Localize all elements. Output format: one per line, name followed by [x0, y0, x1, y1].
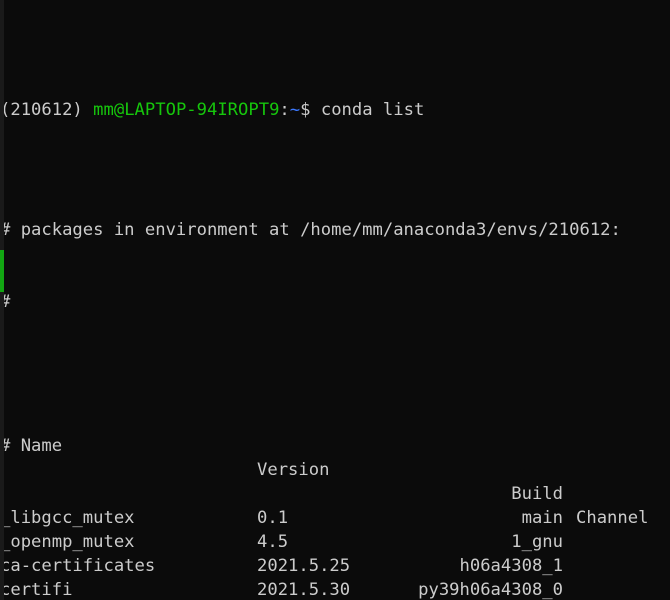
table-row: _libgcc_mutex 0.1 main [0, 506, 670, 530]
table-row: ca-certificates 2021.5.25 h06a4308_1 [0, 554, 670, 578]
table-row: _openmp_mutex 4.5 1_gnu [0, 530, 670, 554]
prompt-line-1: (210612) mm@LAPTOP-94IROPT9:~$ conda lis… [0, 98, 670, 122]
terminal-window: (210612) mm@LAPTOP-94IROPT9:~$ conda lis… [0, 0, 670, 600]
column-header-build: Build [511, 484, 563, 504]
terminal-screen[interactable]: (210612) mm@LAPTOP-94IROPT9:~$ conda lis… [0, 0, 670, 600]
table-row: certifi 2021.5.30 py39h06a4308_0 [0, 578, 670, 600]
prompt-env: (210612) [0, 100, 83, 120]
prompt-user-host: mm@LAPTOP-94IROPT9 [93, 100, 280, 120]
terminal-scrollbar-thumb[interactable] [0, 250, 4, 292]
column-header-name: # Name [0, 436, 63, 456]
terminal-scrollbar[interactable] [0, 0, 4, 600]
package-build: main [521, 508, 563, 528]
prompt-cwd: ~ [289, 100, 301, 120]
prompt-sigil: $ [300, 100, 311, 120]
command-conda-list: conda list [310, 100, 425, 120]
package-build: 1_gnu [511, 532, 563, 552]
package-build: h06a4308_1 [459, 556, 563, 576]
package-build: py39h06a4308_0 [418, 580, 563, 600]
packages-env-path-line: # packages in environment at /home/mm/an… [0, 220, 621, 240]
table-header-row: # Name Version Build Channel [0, 410, 670, 528]
prompt-colon: : [279, 100, 290, 120]
comment-blank-line-1: # [0, 292, 11, 312]
package-table: _libgcc_mutex 0.1 main _openmp_mutex 4.5 1_gn… [0, 506, 670, 600]
column-header-version: Version [257, 460, 330, 480]
